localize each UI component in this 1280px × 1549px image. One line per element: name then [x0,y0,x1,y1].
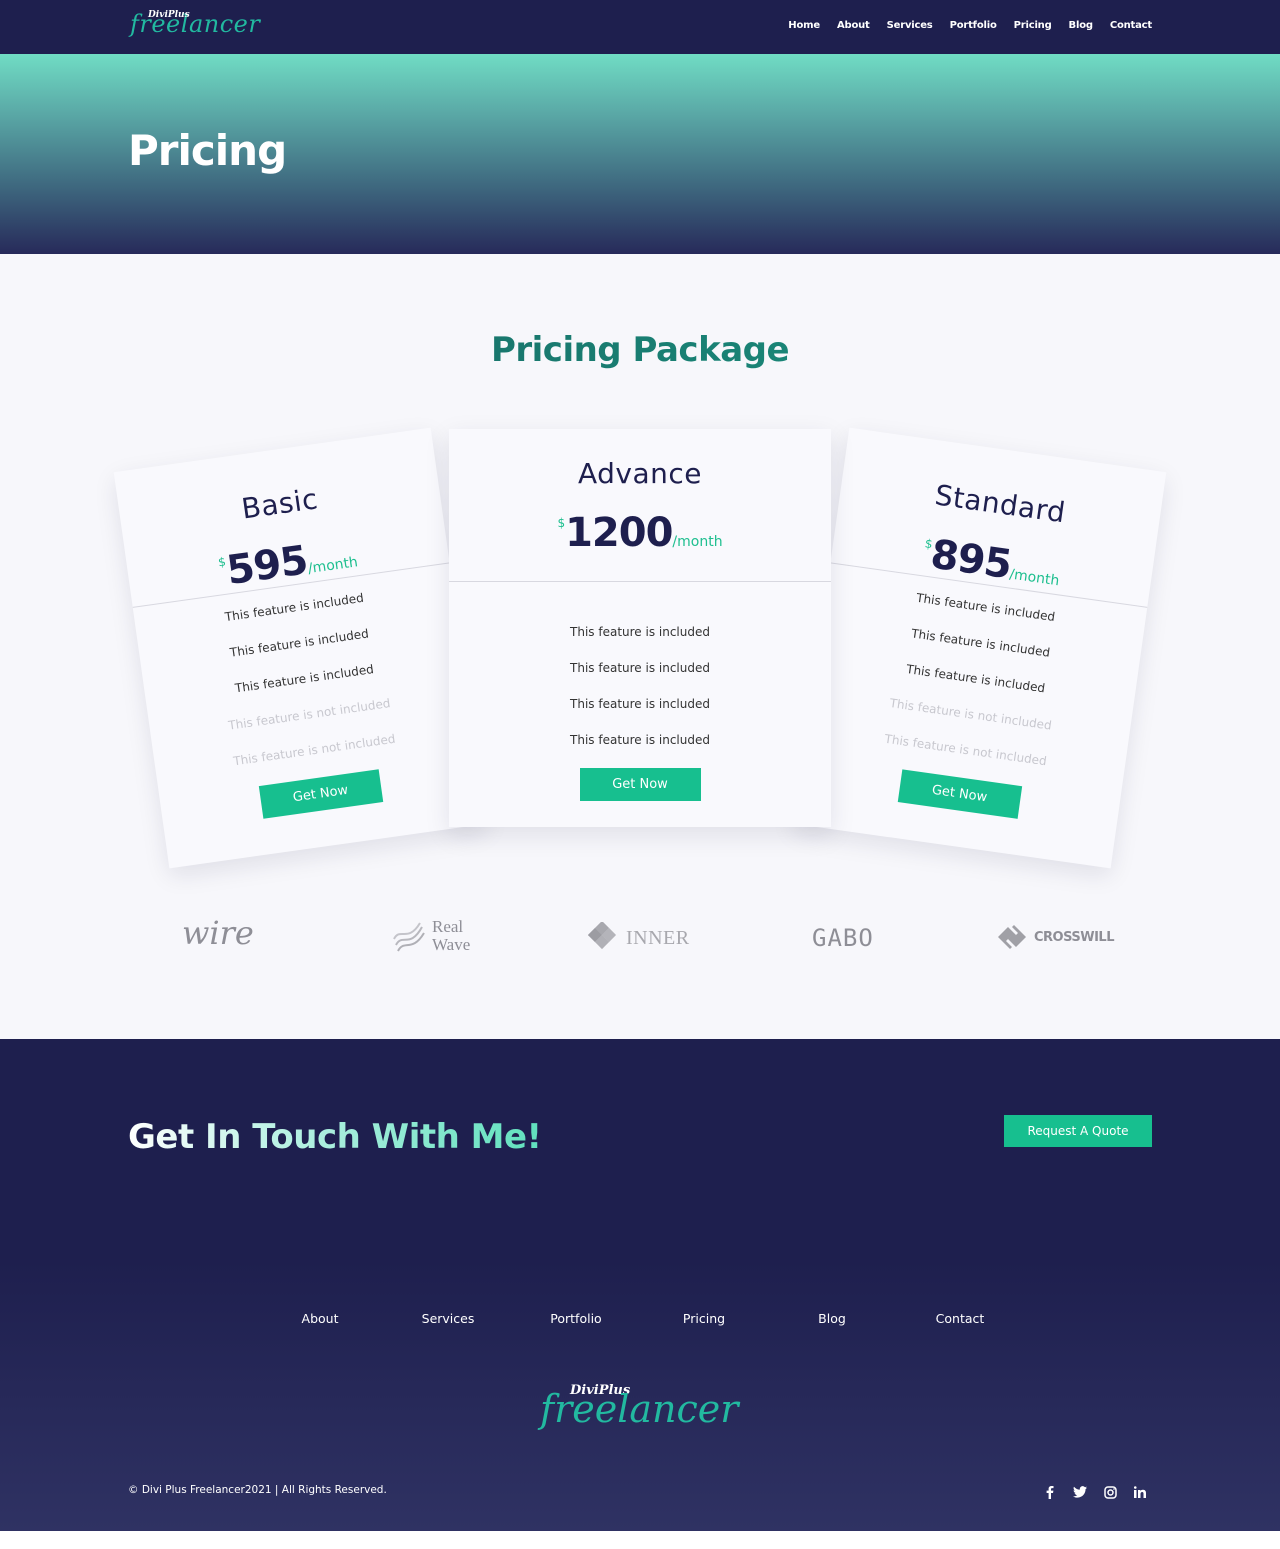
request-quote-button[interactable]: Request A Quote [1004,1115,1152,1147]
diamond-icon [588,922,617,950]
page-bottom-edge [0,1531,1280,1549]
twitter-icon[interactable] [1073,1485,1087,1499]
social-links [1043,1485,1147,1499]
price-period: /month [306,554,359,578]
crosswill-icon [998,925,1026,949]
site-footer: Get In Touch With Me! Request A Quote Ab… [0,1039,1280,1531]
card-header: Advance $1200/month [449,429,831,581]
site-header: DiviPlus freelancer Home About Services … [0,0,1280,54]
section-title: Pricing Package [0,330,1280,370]
brand-logo-crosswill: CROSSWILL [996,924,1115,950]
get-now-button-advance[interactable]: Get Now [579,768,701,801]
pricing-card-advance: Advance $1200/month This feature is incl… [449,429,831,827]
footer-nav-blog[interactable]: Blog [818,1311,846,1326]
nav-services[interactable]: Services [887,20,933,31]
footer-nav-portfolio[interactable]: Portfolio [550,1311,601,1326]
wave-icon [393,922,425,952]
hero-banner: Pricing [0,54,1280,254]
price-amount: 1200 [565,510,673,556]
client-logos: wire Real Wave INNER GABO CROSSWILL [0,910,1280,966]
nav-contact[interactable]: Contact [1110,20,1152,31]
nav-portfolio[interactable]: Portfolio [950,20,997,31]
footer-nav-pricing[interactable]: Pricing [683,1311,725,1326]
brand-logo-gabo: GABO [812,924,874,952]
brand-realwave-text: Real Wave [432,918,470,954]
page-title: Pricing [128,126,287,175]
price-period: /month [672,534,723,550]
footer-logo[interactable]: DiviPlus freelancer [540,1379,740,1439]
brand-logo-wire: wire [182,914,254,952]
brand-realwave-line2: Wave [432,935,471,954]
nav-blog[interactable]: Blog [1069,20,1093,31]
footer-nav-services[interactable]: Services [422,1311,475,1326]
footer-nav-about[interactable]: About [302,1311,339,1326]
copyright-text: © Divi Plus Freelancer2021 | All Rights … [128,1484,387,1496]
site-logo[interactable]: DiviPlus freelancer [130,8,260,38]
feature-item: This feature is included [570,625,710,639]
brand-logo-inner: INNER [588,922,690,954]
brand-crosswill-text: CROSSWILL [1034,929,1115,945]
pricing-card-standard: Standard $895/month This feature is incl… [793,427,1167,869]
footer-logo-main-text: freelancer [540,1387,739,1431]
get-now-button-basic[interactable]: Get Now [258,769,383,819]
price-period: /month [1008,566,1061,590]
brand-realwave-line1: Real [432,917,464,936]
plan-price: $1200/month [449,510,831,556]
instagram-icon[interactable] [1103,1485,1117,1499]
get-now-button-standard[interactable]: Get Now [897,769,1022,819]
brand-logo-realwave: Real Wave [392,918,470,954]
brand-inner-text: INNER [626,926,690,949]
feature-item: This feature is included [570,697,710,711]
feature-item: This feature is included [570,733,710,747]
plan-name: Advance [577,457,703,490]
cta-title: Get In Touch With Me! [128,1117,542,1157]
currency-symbol: $ [557,516,566,530]
pricing-card-basic: Basic $595/month This feature is include… [113,427,487,869]
brand-wire-text: wire [182,914,254,952]
footer-nav-contact[interactable]: Contact [936,1311,985,1326]
feature-list: This feature is included This feature is… [449,582,831,758]
facebook-icon[interactable] [1043,1485,1057,1499]
linkedin-icon[interactable] [1133,1485,1147,1499]
logo-small-text: DiviPlus [148,10,190,20]
nav-about[interactable]: About [837,20,870,31]
brand-gabo-text: GABO [812,924,874,952]
main-nav: Home About Services Portfolio Pricing Bl… [788,20,1152,31]
nav-home[interactable]: Home [788,20,820,31]
feature-item: This feature is included [570,661,710,675]
nav-pricing[interactable]: Pricing [1014,20,1052,31]
